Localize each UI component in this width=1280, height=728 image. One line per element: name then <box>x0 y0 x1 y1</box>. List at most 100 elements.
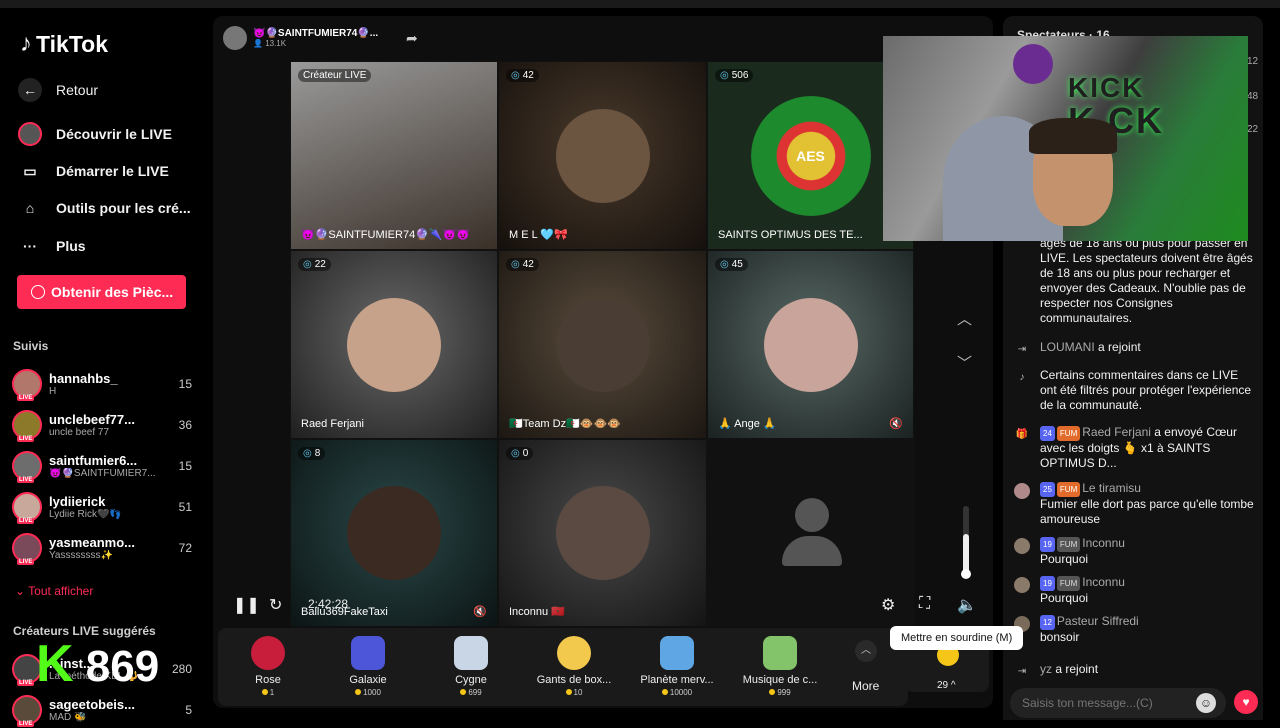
chevron-up-icon[interactable]: ︿ <box>957 308 972 329</box>
creator-badge: Créateur LIVE <box>298 69 372 82</box>
streamer-hair <box>1029 118 1117 154</box>
guest-tile[interactable]: ◎ 42 🇩🇿Team Dz🇩🇿🐵🐵🐵 <box>498 250 707 439</box>
following-item[interactable]: LIVE unclebeef77... uncle beef 77 36 <box>12 407 192 443</box>
tiktok-note-icon: ♪ <box>20 30 32 57</box>
avatar: LIVE <box>12 369 42 401</box>
guest-avatar <box>347 297 441 392</box>
browser-top-strip <box>0 0 1280 8</box>
multi-guest-grid: Créateur LIVE 😈🔮SAINTFUMIER74🔮🌂😈😈 ◎ 42 M … <box>290 61 914 627</box>
tiktok-logo[interactable]: ♪ TikTok <box>20 30 108 58</box>
suggested-item[interactable]: LIVE sageetobeis... MAD 🐝 5 <box>12 692 192 728</box>
chat-message: âgés de 18 ans ou plus pour passer en LI… <box>1040 236 1253 325</box>
gift-item[interactable]: Galaxie 1000 <box>318 636 418 697</box>
guest-tile[interactable]: ◎ 0 Inconnu 🇲🇦 <box>498 439 707 627</box>
guest-score: ◎ 22 <box>298 258 331 271</box>
chat-message: 12 Pasteur Siffredi bonsoir <box>1014 614 1254 645</box>
guest-avatar <box>347 486 441 580</box>
following-item[interactable]: LIVE hannahbs_ H 15 <box>12 366 192 402</box>
chat-message: 19 FUM Inconnu Pourquoi <box>1014 575 1254 606</box>
gift-bar: Rose 1 Galaxie 1000 Cygne 699 Gants de box.… <box>218 628 908 706</box>
get-coins-button[interactable]: Obtenir des Pièc... <box>17 275 186 309</box>
mic-muted-icon: 🔇 <box>473 606 487 618</box>
avatar <box>1014 577 1030 593</box>
gift-item[interactable]: Cygne 699 <box>421 636 521 697</box>
heart-like-icon[interactable]: ♥ <box>1234 690 1258 714</box>
chat-message-input[interactable] <box>1010 688 1226 718</box>
gift-icon: 🎁 <box>1015 429 1029 440</box>
mascot-icon <box>1013 44 1053 84</box>
more-gifts-chevron-icon[interactable]: ︿ <box>855 640 877 662</box>
chat-message: ♪ Certains commentaires dans ce LIVE ont… <box>1014 368 1254 413</box>
guest-tile[interactable]: Créateur LIVE 😈🔮SAINTFUMIER74🔮🌂😈😈 <box>290 61 498 250</box>
refresh-icon[interactable]: ↻ <box>269 595 282 615</box>
chat-message: ⇥ yz a rejoint <box>1014 662 1254 677</box>
planet-gift-icon <box>660 636 694 670</box>
gift-item[interactable]: Rose 1 <box>218 636 318 697</box>
fullscreen-icon[interactable]: ⛶ <box>919 595 930 613</box>
discover-live-icon <box>18 122 42 146</box>
guest-avatar <box>555 108 650 203</box>
rose-gift-icon <box>251 636 285 670</box>
more-gifts-button[interactable]: More <box>852 679 879 693</box>
chat-message: 19 FUM Inconnu Pourquoi <box>1014 536 1254 567</box>
aes-logo: AES <box>750 95 871 216</box>
avatar <box>1014 538 1030 554</box>
side-number: 48 <box>1247 91 1259 102</box>
back-button[interactable]: ← Retour <box>18 78 98 102</box>
guest-tile[interactable]: ◎ 22 Raed Ferjani <box>290 250 498 439</box>
chevron-down-icon[interactable]: ﹀ <box>957 352 972 373</box>
guest-score: ◎ 42 <box>506 69 539 82</box>
avatar: LIVE <box>12 492 42 524</box>
nav-more[interactable]: ··· Plus <box>18 234 86 258</box>
guest-tile[interactable]: ◎ 42 M E L 🩵🎀 <box>498 61 707 250</box>
guest-score: ◎ 8 <box>298 447 326 460</box>
following-item[interactable]: LIVE yasmeanmo... Yassssssss✨ 72 <box>12 530 192 566</box>
tiktok-note-icon: ♪ <box>1019 372 1025 383</box>
mute-tooltip: Mettre en sourdine (M) <box>890 626 1024 650</box>
join-icon: ⇥ <box>1017 666 1027 677</box>
sidebar: ♪ TikTok ← Retour Découvrir le LIVE ▭ Dé… <box>0 8 205 727</box>
guest-tile[interactable]: ◎ 45 🙏 Ange 🙏 🔇 <box>707 250 914 439</box>
arrow-left-icon: ← <box>18 78 42 102</box>
live-room: 😈🔮SAINTFUMIER74🔮... 👤 13.1K ➦ Créateur L… <box>213 16 993 708</box>
guest-avatar <box>555 297 650 392</box>
host-avatar <box>223 26 247 50</box>
gift-item[interactable]: Musique de c... 999 <box>730 636 830 697</box>
avatar <box>1014 483 1030 499</box>
settings-gear-icon[interactable]: ⚙ <box>881 595 895 615</box>
emoji-icon[interactable]: ☺ <box>1196 693 1216 713</box>
nav-start-live[interactable]: ▭ Démarrer le LIVE <box>18 159 168 183</box>
join-icon: ⇥ <box>1017 344 1027 355</box>
more-dots-icon: ··· <box>23 238 37 254</box>
viewer-count: 👤 13.1K <box>253 39 287 48</box>
side-number: 12 <box>1247 56 1259 67</box>
volume-icon[interactable]: 🔈 <box>957 595 977 615</box>
gift-item[interactable]: Planète merv... 10000 <box>627 636 727 697</box>
live-timer: 2:42:28 <box>308 597 349 611</box>
tools-icon: ⌂ <box>25 200 35 216</box>
galaxy-gift-icon <box>351 636 385 670</box>
guest-score: ◎ 0 <box>506 447 534 460</box>
side-number: 22 <box>1247 124 1259 135</box>
show-all-link[interactable]: ⌄ Tout afficher <box>15 584 93 598</box>
chat-message: 🎁 24 FUM Raed Ferjani a envoyé Cœur avec l… <box>1015 425 1237 470</box>
boxing-gloves-gift-icon <box>557 636 591 670</box>
following-item[interactable]: LIVE saintfumier6... 😈🔮SAINTFUMIER7... 15 <box>12 448 192 484</box>
guest-avatar <box>555 486 650 580</box>
chat-message: 25 FUM Le tiramisu Fumier elle dort pas par… <box>1014 481 1254 527</box>
coin-icon <box>31 285 45 299</box>
avatar: LIVE <box>12 410 42 442</box>
music-gift-icon <box>763 636 797 670</box>
host-info[interactable]: 😈🔮SAINTFUMIER74🔮... 👤 13.1K <box>223 26 378 50</box>
camera-icon: ▭ <box>23 162 37 179</box>
swan-gift-icon <box>454 636 488 670</box>
gift-item[interactable]: Gants de box... 10 <box>524 636 624 697</box>
nav-creator-tools[interactable]: ⌂ Outils pour les cré... <box>18 196 191 220</box>
volume-slider[interactable] <box>961 506 971 579</box>
nav-discover-live[interactable]: Découvrir le LIVE <box>18 122 172 146</box>
guest-score: ◎ 506 <box>715 69 754 82</box>
following-item[interactable]: LIVE lydiierick Lydiie Rick🖤👣 51 <box>12 489 192 525</box>
following-title: Suivis <box>13 339 49 353</box>
share-icon[interactable]: ➦ <box>406 30 418 47</box>
pause-icon[interactable]: ❚❚ <box>233 595 260 615</box>
